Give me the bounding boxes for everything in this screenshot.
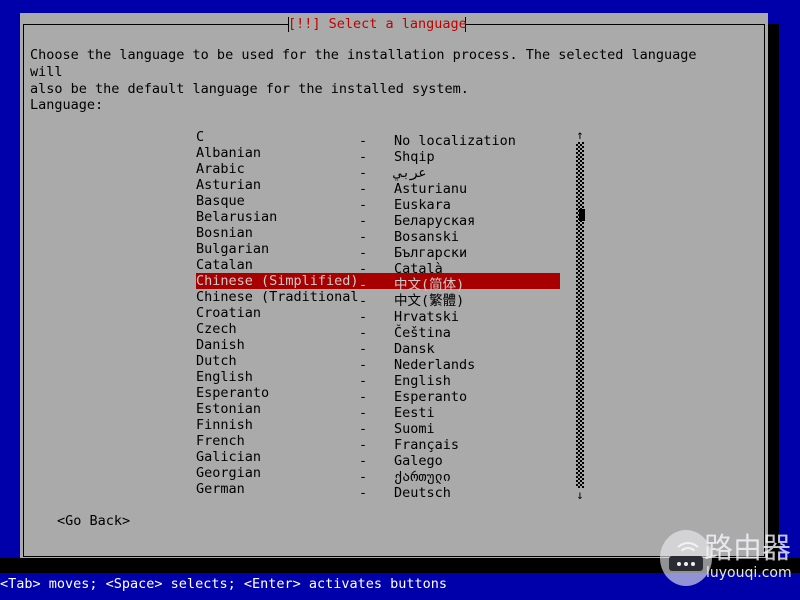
language-list-item[interactable]: Esperanto - Esperanto: [196, 385, 560, 405]
language-name-english: English: [196, 369, 253, 385]
language-name-english: Albanian: [196, 145, 262, 161]
language-name-english: Bulgarian: [196, 241, 270, 257]
language-list-item[interactable]: English - English: [196, 369, 560, 389]
language-list-item[interactable]: Georgian - ქართული: [196, 465, 560, 485]
language-list-item[interactable]: Danish - Dansk: [196, 337, 560, 357]
language-name-english: Bosnian: [196, 225, 253, 241]
language-list-item[interactable]: Finnish - Suomi: [196, 417, 560, 437]
language-name-english: Estonian: [196, 401, 262, 417]
language-list-item[interactable]: French - Français: [196, 433, 560, 453]
language-list-item[interactable]: Asturian - Asturianu: [196, 177, 560, 197]
language-list-item[interactable]: Albanian - Shqip: [196, 145, 560, 165]
language-name-english: Dutch: [196, 353, 237, 369]
frame-top-line-left: [23, 24, 288, 25]
language-name-english: Arabic: [196, 161, 245, 177]
language-list-item[interactable]: Belarusian - Беларуская: [196, 209, 560, 229]
language-name-english: Esperanto: [196, 385, 270, 401]
language-list-item[interactable]: Czech - Čeština: [196, 321, 560, 341]
status-bar: <Tab> moves; <Space> selects; <Enter> ac…: [0, 573, 800, 600]
language-list[interactable]: C - No localization Albanian - Shqip Arabic - عر…: [196, 129, 560, 505]
frame-top-line-right: [466, 24, 765, 25]
language-name-english: French: [196, 433, 245, 449]
go-back-button[interactable]: <Go Back>: [57, 513, 130, 529]
language-name-english: C: [196, 129, 205, 145]
language-list-item[interactable]: Chinese (Simplified)- 中文(简体): [196, 273, 560, 293]
language-name-english: Catalan: [196, 257, 253, 273]
language-name-english: German: [196, 481, 245, 497]
language-field-label: Language:: [30, 97, 104, 113]
intro-text: Choose the language to be used for the i…: [30, 47, 697, 97]
language-list-item[interactable]: German - Deutsch: [196, 481, 560, 501]
language-list-item[interactable]: Bosnian - Bosanski: [196, 225, 560, 245]
language-list-item[interactable]: C - No localization: [196, 129, 560, 149]
desktop-left-edge: [0, 0, 20, 558]
language-name-english: Danish: [196, 337, 245, 353]
language-name-english: Belarusian: [196, 209, 278, 225]
language-name-english: Croatian: [196, 305, 262, 321]
language-list-item[interactable]: Arabic - عربي: [196, 161, 560, 181]
language-name-english: Czech: [196, 321, 237, 337]
language-list-item[interactable]: Croatian - Hrvatski: [196, 305, 560, 325]
language-name-english: Georgian: [196, 465, 262, 481]
language-name-english: Finnish: [196, 417, 253, 433]
language-list-item[interactable]: Estonian - Eesti: [196, 401, 560, 421]
language-list-scrollbar[interactable]: ↑ ↓: [574, 129, 586, 501]
language-name-native: Deutsch: [394, 485, 451, 501]
console-black-band: [0, 558, 800, 573]
language-list-item[interactable]: Dutch - Nederlands: [196, 353, 560, 373]
scrollbar-thumb[interactable]: [579, 209, 585, 221]
scroll-up-arrow-icon[interactable]: ↑: [574, 129, 586, 141]
language-separator-dash: -: [359, 485, 368, 501]
language-name-english: Galician: [196, 449, 262, 465]
dialog-title: [!!] Select a language: [288, 16, 467, 32]
scrollbar-track[interactable]: [576, 142, 585, 488]
language-list-item[interactable]: Catalan - Català: [196, 257, 560, 277]
language-name-english: Chinese (Simplified): [196, 273, 359, 289]
installer-screen: [!!] Select a language Choose the langua…: [0, 0, 800, 600]
language-name-english: Asturian: [196, 177, 262, 193]
language-name-english: Chinese (Traditional): [196, 289, 359, 305]
scroll-down-arrow-icon[interactable]: ↓: [574, 489, 586, 501]
language-list-item[interactable]: Galician - Galego: [196, 449, 560, 469]
language-list-item[interactable]: Bulgarian - Български: [196, 241, 560, 261]
language-list-item[interactable]: Chinese (Traditional)- 中文(繁體): [196, 289, 560, 309]
language-name-english: Basque: [196, 193, 245, 209]
language-list-item[interactable]: Basque - Euskara: [196, 193, 560, 213]
